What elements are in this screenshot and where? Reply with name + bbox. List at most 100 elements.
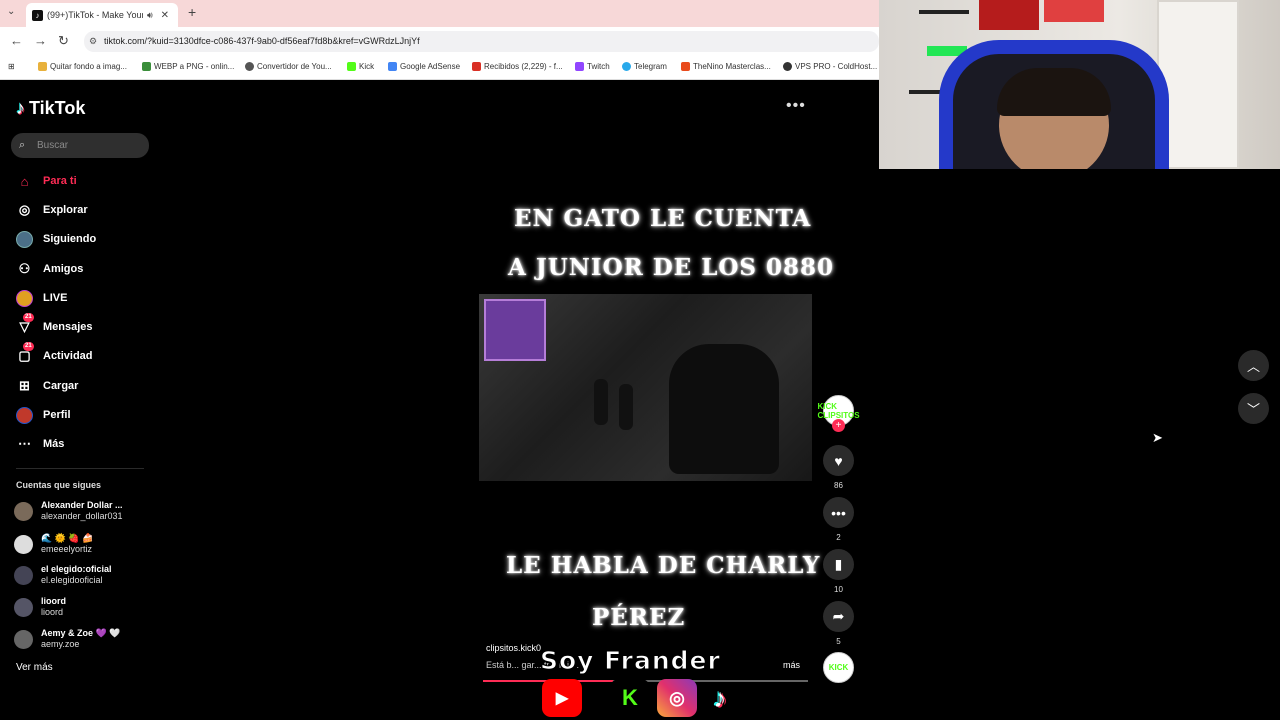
car-shape <box>669 344 779 474</box>
kick-icon: K <box>610 679 650 717</box>
sidebar-divider <box>16 468 144 469</box>
next-video-button[interactable]: ﹀ <box>1238 393 1269 424</box>
reload-icon[interactable]: ↻ <box>58 33 69 49</box>
bookmark-item[interactable]: Quitar fondo a imag... <box>38 62 127 71</box>
apps-grid-icon[interactable]: ⊞ <box>8 62 15 71</box>
brand-name: TikTok <box>29 98 86 118</box>
nav-item-siguiendo[interactable]: Siguiendo <box>16 228 96 250</box>
bookmark-item[interactable]: TheNino Masterclas... <box>681 62 771 71</box>
bookmark-item[interactable]: VPS PRO - ColdHost... <box>783 62 877 71</box>
back-icon[interactable]: ← <box>10 33 23 48</box>
more-link[interactable]: más <box>783 660 800 670</box>
search-input[interactable]: ⌕ Buscar <box>11 133 149 158</box>
nav-item-mensajes[interactable]: ▽ 21 Mensajes <box>16 312 93 338</box>
more-options-icon[interactable]: ••• <box>786 97 806 115</box>
bookmark-item[interactable]: Kick <box>347 62 374 71</box>
nav-item-explorar[interactable]: ◎ Explorar <box>16 199 88 221</box>
instagram-icon: ◎ <box>657 679 697 717</box>
nav-item-para-ti[interactable]: ⌂ Para ti <box>16 170 77 192</box>
caption-line: EN GATO LE CUENTA <box>514 205 812 232</box>
video-clip[interactable] <box>479 294 812 481</box>
browser-tab-bar: ⌄ ♪ (99+)TikTok - Make Your Day 🔊︎ ✕ + <box>0 0 879 27</box>
person-hair-shape <box>997 68 1111 116</box>
upload-icon: ⊞ <box>19 378 30 393</box>
overlay-brand-text: Soy Frander <box>540 646 721 676</box>
tab-title: (99+)TikTok - Make Your Day <box>47 10 143 20</box>
caption-line: A JUNIOR DE LOS 0880 <box>508 254 835 281</box>
person-figure <box>619 384 633 430</box>
nav-item-actividad[interactable]: ▢ 21 Actividad <box>16 341 93 367</box>
like-action[interactable]: ♥ 86 <box>823 445 854 490</box>
gmail-icon <box>472 62 481 71</box>
tab-search-icon[interactable]: ⌄ <box>7 6 15 17</box>
following-account[interactable]: 🌊 🌞 🍓 🍰 emeeelyortiz <box>14 531 93 557</box>
speaker-icon[interactable]: 🔊︎ <box>147 10 153 21</box>
following-account[interactable]: Alexander Dollar ... alexander_dollar031 <box>14 498 123 524</box>
tiktok-note-icon: ♪ <box>16 98 25 118</box>
url-field[interactable]: ⚙︎ tiktok.com/?kuid=3130dfce-c086-437f-9… <box>84 31 879 52</box>
music-disc-icon: KICK <box>823 652 854 683</box>
nav-item-perfil[interactable]: Perfil <box>16 404 71 426</box>
following-avatar-icon <box>16 230 33 248</box>
twitch-icon <box>575 62 584 71</box>
caption-line: LE HABLA DE CHARLY <box>506 552 821 579</box>
bookmark-item[interactable]: Google AdSense <box>388 62 460 71</box>
heart-icon[interactable]: ♥ <box>823 445 854 476</box>
bookmarks-bar: ⊞ Quitar fondo a imag... WEBP a PNG - on… <box>0 55 879 80</box>
follow-plus-icon[interactable]: + <box>832 419 845 432</box>
url-text: tiktok.com/?kuid=3130dfce-c086-437f-9ab0… <box>104 36 420 46</box>
following-account[interactable]: Aemy & Zoe 💜 🤍 aemy.zoe <box>14 626 120 652</box>
browser-tab-tiktok[interactable]: ♪ (99+)TikTok - Make Your Day 🔊︎ ✕ <box>26 3 178 27</box>
tiktok-logo[interactable]: ♪ TikTok <box>16 98 85 119</box>
see-more-link[interactable]: Ver más <box>16 662 53 673</box>
avatar <box>14 597 33 617</box>
share-action[interactable]: ➦ 5 <box>823 601 854 646</box>
new-tab-button[interactable]: + <box>188 4 196 20</box>
tiktok-favicon-icon: ♪ <box>32 9 43 21</box>
video-author[interactable]: clipsitos.kick0 <box>486 643 541 653</box>
share-icon[interactable]: ➦ <box>823 601 854 632</box>
shelf-shape <box>919 10 969 14</box>
caption-line: PÉREZ <box>592 604 686 631</box>
bookmark-item[interactable]: Convertidor de You... <box>245 62 332 71</box>
avatar <box>14 565 33 585</box>
poster-shape <box>979 0 1039 30</box>
nav-item-live[interactable]: LIVE <box>16 287 67 309</box>
home-icon: ⌂ <box>20 173 29 189</box>
avatar <box>14 501 33 521</box>
bookmark-item[interactable]: Telegram <box>622 62 667 71</box>
bookmark-item[interactable]: Twitch <box>575 62 610 71</box>
avatar <box>14 534 33 554</box>
music-disc-action[interactable]: KICK <box>823 652 854 683</box>
author-avatar-action[interactable]: KICK CLIPSITOS + <box>817 395 860 432</box>
bookmark-item[interactable]: WEBP a PNG - onlin... <box>142 62 234 71</box>
forward-icon[interactable]: → <box>34 33 47 48</box>
flame-icon <box>681 62 690 71</box>
nav-item-cargar[interactable]: ⊞ Cargar <box>16 375 78 397</box>
browser-address-bar: ← → ↻ ⚙︎ tiktok.com/?kuid=3130dfce-c086-… <box>0 27 879 55</box>
nav-item-amigos[interactable]: ⚇ Amigos <box>16 258 84 280</box>
more-icon: ⋯ <box>18 436 31 451</box>
bookmark-icon[interactable]: ▮ <box>823 549 854 580</box>
folder-icon <box>38 62 47 71</box>
person-figure <box>594 379 608 425</box>
previous-video-button[interactable]: ︿ <box>1238 350 1269 381</box>
bookmark-item[interactable]: Recibidos (2,229) - f... <box>472 62 563 71</box>
avatar <box>14 629 33 649</box>
site-info-icon[interactable]: ⚙︎ <box>89 31 97 52</box>
save-action[interactable]: ▮ 10 <box>823 549 854 594</box>
kick-icon <box>347 62 356 71</box>
telegram-icon <box>622 62 631 71</box>
following-account[interactable]: el elegido:oficial el.elegidooficial <box>14 562 112 588</box>
nav-item-mas[interactable]: ⋯ Más <box>16 433 64 455</box>
search-placeholder: Buscar <box>37 140 69 151</box>
messages-badge: 21 <box>23 312 34 322</box>
close-tab-icon[interactable]: ✕ <box>161 10 169 21</box>
comment-action[interactable]: ••• 2 <box>823 497 854 542</box>
like-count: 86 <box>834 481 843 490</box>
friends-icon: ⚇ <box>18 261 31 276</box>
comment-count: 2 <box>836 533 841 542</box>
comment-icon[interactable]: ••• <box>823 497 854 528</box>
following-account[interactable]: lioord lioord <box>14 594 66 620</box>
converter-icon <box>245 62 254 71</box>
